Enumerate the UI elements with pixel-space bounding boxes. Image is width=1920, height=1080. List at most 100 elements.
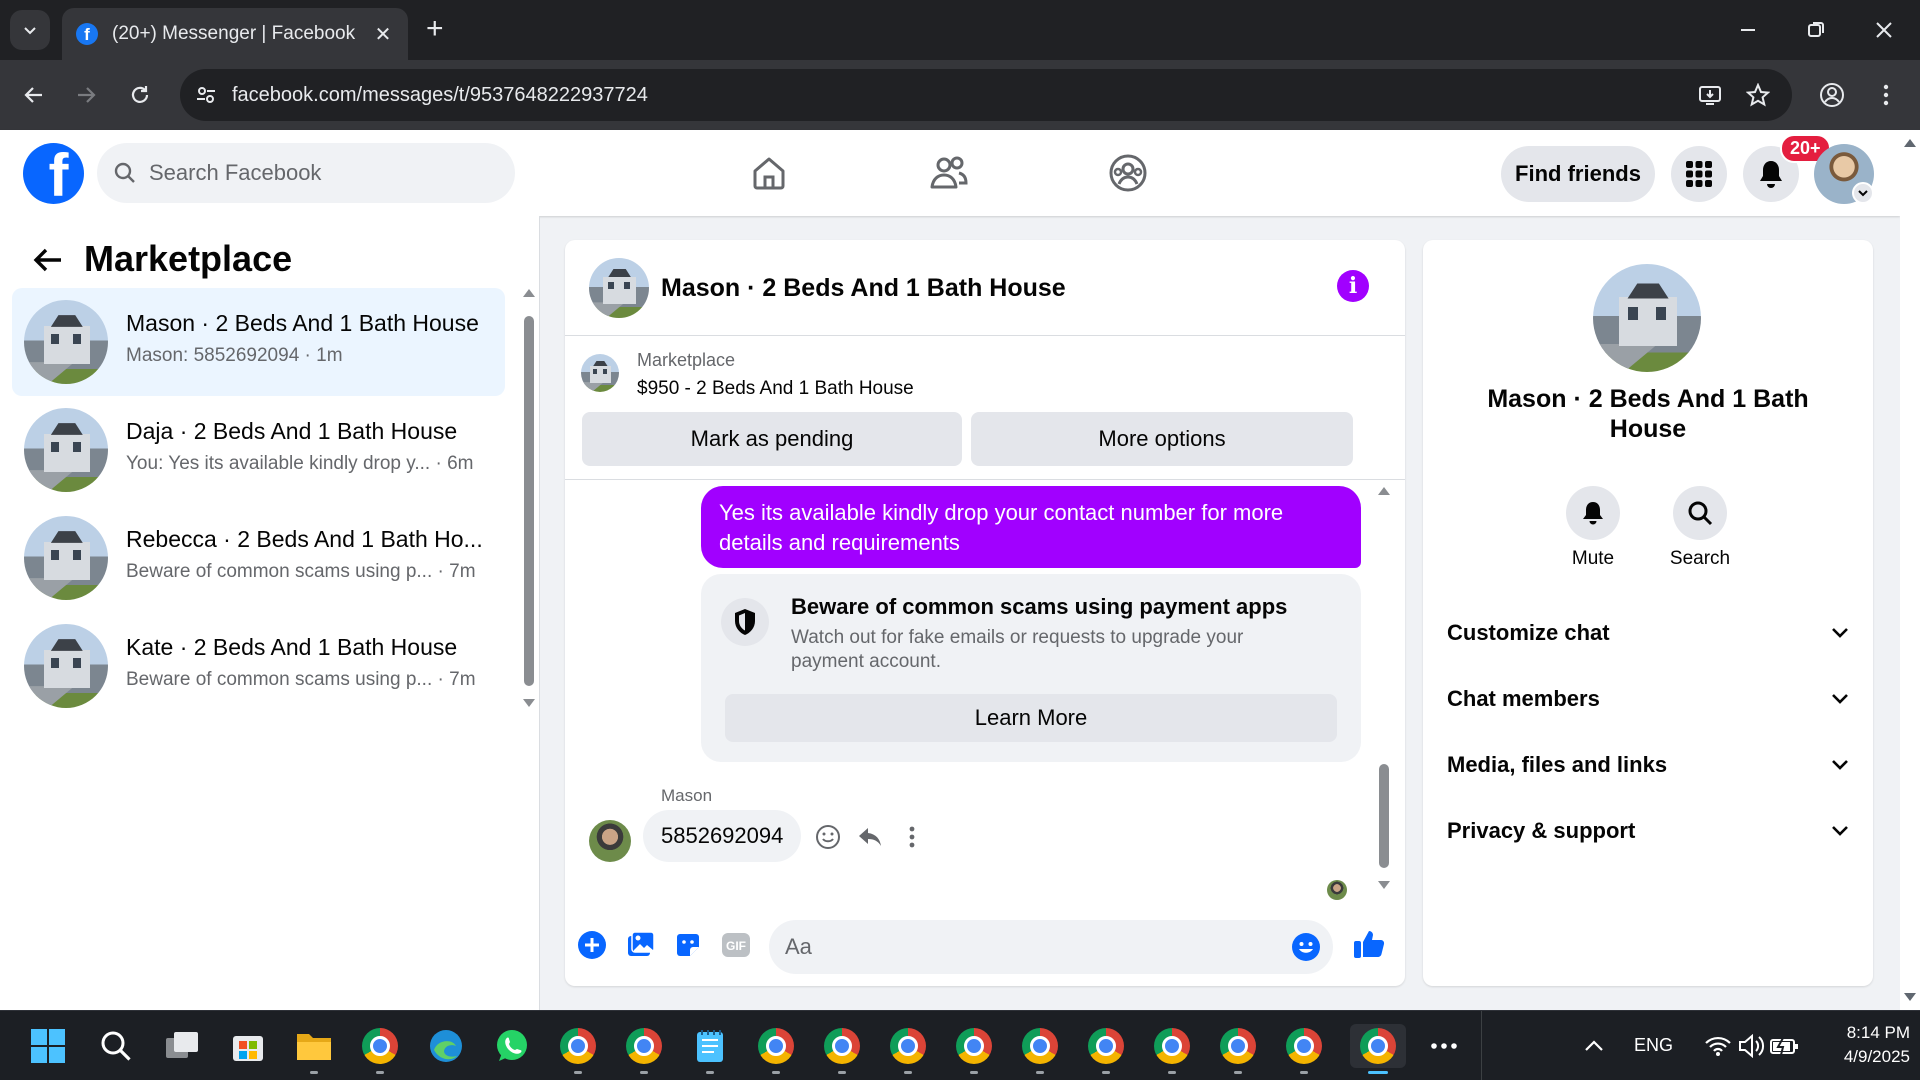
language-indicator[interactable]: ENG [1634, 1035, 1673, 1056]
more-options-button[interactable]: More options [971, 412, 1353, 466]
chrome-app-active[interactable] [1350, 1024, 1406, 1074]
bell-icon [1566, 486, 1620, 540]
listing-thumbnail[interactable] [581, 354, 619, 392]
notepad-app[interactable] [688, 1024, 732, 1074]
chat-members-section[interactable]: Chat members [1447, 674, 1849, 724]
privacy-support-section[interactable]: Privacy & support [1447, 806, 1849, 856]
minimize-button[interactable] [1718, 10, 1778, 50]
chrome-app[interactable] [1216, 1024, 1260, 1074]
message-scrollbar[interactable] [1377, 480, 1391, 900]
mute-button[interactable]: Mute [1548, 486, 1638, 570]
browser-tab-messenger[interactable]: f (20+) Messenger | Facebook ✕ [62, 8, 408, 60]
tab-search-button[interactable] [10, 10, 50, 50]
conversation-item[interactable]: Rebecca · 2 Beds And 1 Bath Ho... Beware… [12, 504, 505, 612]
incoming-message[interactable]: 5852692094 [643, 810, 802, 862]
browser-menu-button[interactable] [1866, 75, 1906, 115]
chrome-app[interactable] [1150, 1024, 1194, 1074]
page-scrollbar[interactable] [1900, 130, 1920, 1010]
listing-avatar [24, 408, 108, 492]
more-attachments-button[interactable] [575, 928, 609, 962]
section-label: Media, files and links [1447, 752, 1668, 777]
back-to-chats-button[interactable] [28, 240, 68, 280]
start-button[interactable] [26, 1024, 70, 1068]
find-friends-button[interactable]: Find friends [1501, 146, 1655, 202]
conversation-name: Mason · 2 Beds And 1 Bath House [126, 310, 479, 336]
chat-list-scrollbar[interactable] [522, 288, 535, 708]
sticker-button[interactable] [671, 928, 705, 962]
section-label: Chat members [1447, 686, 1600, 711]
system-clock[interactable]: 8:14 PM 4/9/2025 [1810, 1021, 1910, 1069]
microsoft-store-app[interactable] [226, 1024, 270, 1068]
back-button[interactable] [14, 75, 54, 115]
chrome-app[interactable] [358, 1024, 402, 1074]
customize-chat-section[interactable]: Customize chat [1447, 608, 1849, 658]
chrome-app[interactable] [1282, 1024, 1326, 1074]
chat-title[interactable]: Mason · 2 Beds And 1 Bath House [661, 274, 1066, 303]
seen-indicator-avatar [1327, 880, 1347, 900]
more-actions-button[interactable] [897, 822, 927, 852]
emoji-icon[interactable] [1291, 932, 1321, 962]
bookmark-button[interactable] [1738, 75, 1778, 115]
gif-button[interactable]: GIF [719, 928, 753, 962]
edge-app[interactable] [424, 1024, 468, 1068]
search-input[interactable] [149, 160, 469, 186]
react-button[interactable] [813, 822, 843, 852]
close-window-button[interactable] [1854, 10, 1914, 50]
chrome-app[interactable] [1018, 1024, 1062, 1074]
chat-list-panel: Marketplace Mason · 2 Beds And 1 Bath Ho… [0, 216, 540, 1010]
chrome-app[interactable] [820, 1024, 864, 1074]
reply-button[interactable] [855, 822, 885, 852]
send-like-button[interactable] [1349, 924, 1389, 964]
facebook-logo-icon[interactable]: f [23, 143, 84, 204]
attach-photo-button[interactable] [623, 928, 657, 962]
friends-nav-button[interactable] [919, 148, 979, 198]
chat-avatar[interactable] [589, 258, 649, 318]
restore-button[interactable] [1786, 10, 1846, 50]
site-info-icon[interactable] [180, 84, 232, 106]
groups-nav-button[interactable] [1098, 148, 1158, 198]
overflow-apps-button[interactable] [1422, 1024, 1466, 1068]
search-in-chat-button[interactable]: Search [1655, 486, 1745, 570]
profile-button[interactable] [1812, 75, 1852, 115]
learn-more-button[interactable]: Learn More [725, 694, 1337, 742]
mark-as-pending-button[interactable]: Mark as pending [582, 412, 962, 466]
sender-avatar[interactable] [589, 820, 631, 862]
show-hidden-icons-button[interactable] [1572, 1024, 1616, 1068]
forward-button[interactable] [66, 75, 106, 115]
home-nav-button[interactable] [739, 148, 799, 198]
message-input[interactable] [785, 934, 1265, 960]
chrome-app[interactable] [754, 1024, 798, 1074]
listing-price-title[interactable]: $950 - 2 Beds And 1 Bath House [637, 378, 914, 400]
chrome-app[interactable] [556, 1024, 600, 1074]
info-icon[interactable]: i [1337, 270, 1369, 302]
media-files-links-section[interactable]: Media, files and links [1447, 740, 1849, 790]
chrome-app[interactable] [952, 1024, 996, 1074]
taskbar-search-button[interactable] [94, 1024, 138, 1068]
address-bar[interactable]: facebook.com/messages/t/9537648222937724 [180, 69, 1792, 121]
url-text[interactable]: facebook.com/messages/t/9537648222937724 [232, 84, 1792, 107]
install-app-button[interactable] [1690, 75, 1730, 115]
reload-button[interactable] [120, 75, 160, 115]
menu-button[interactable] [1671, 146, 1727, 202]
battery-status[interactable] [1762, 1024, 1806, 1068]
outgoing-message[interactable]: Yes its available kindly drop your conta… [701, 486, 1361, 568]
section-label: Privacy & support [1447, 818, 1636, 843]
friends-icon [930, 156, 968, 189]
tab-close-icon[interactable]: ✕ [372, 22, 394, 47]
message-input-box[interactable] [769, 920, 1333, 974]
details-avatar[interactable] [1593, 264, 1701, 372]
account-chevron-icon[interactable] [1852, 182, 1874, 204]
task-view-button[interactable] [160, 1024, 204, 1068]
new-tab-button[interactable]: + [426, 14, 444, 44]
file-explorer-app[interactable] [292, 1024, 336, 1074]
conversation-item[interactable]: Kate · 2 Beds And 1 Bath House Beware of… [12, 612, 505, 720]
whatsapp-app[interactable] [490, 1024, 534, 1068]
scrollbar-thumb[interactable] [524, 316, 534, 686]
chrome-app[interactable] [1084, 1024, 1128, 1074]
scrollbar-thumb[interactable] [1379, 764, 1389, 868]
conversation-item[interactable]: Daja · 2 Beds And 1 Bath House You: Yes … [12, 396, 505, 504]
chrome-app[interactable] [886, 1024, 930, 1074]
chrome-app[interactable] [622, 1024, 666, 1074]
search-box[interactable] [97, 143, 515, 203]
conversation-item[interactable]: Mason · 2 Beds And 1 Bath House Mason: 5… [12, 288, 505, 396]
